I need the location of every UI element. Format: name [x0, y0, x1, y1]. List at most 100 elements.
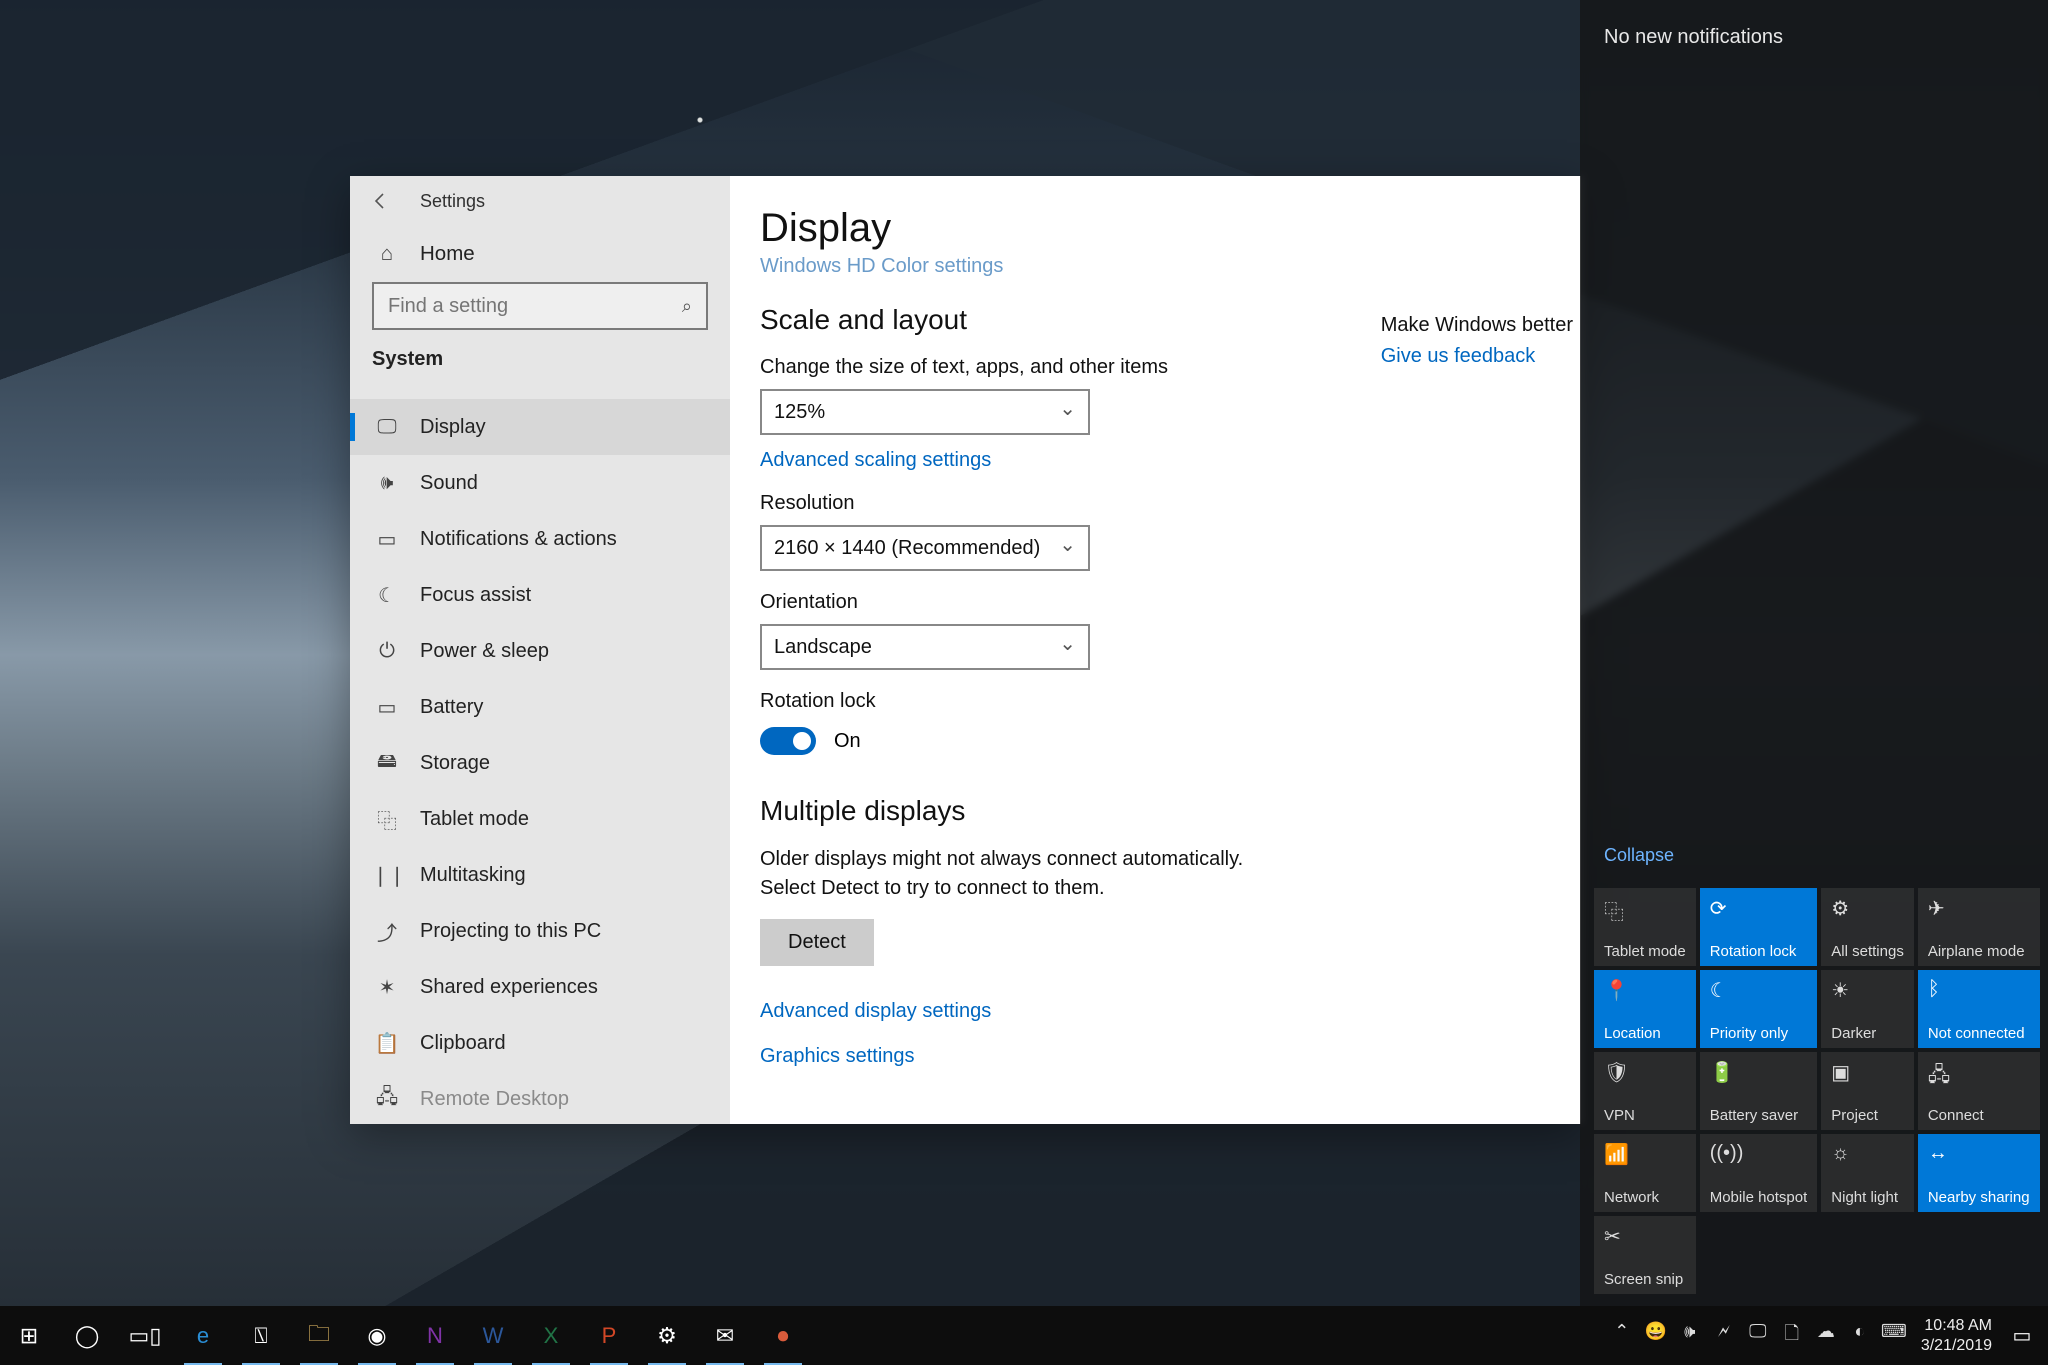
gear-icon: ⚙: [1831, 896, 1904, 921]
sidebar-item-shared-experiences[interactable]: ✶Shared experiences: [350, 959, 730, 1015]
sidebar-item-power-sleep[interactable]: ⏻Power & sleep: [350, 623, 730, 679]
tray-icon-5[interactable]: 🗋: [1775, 1321, 1809, 1351]
tablet-icon: ⿻: [1604, 896, 1686, 925]
taskbar-onenote[interactable]: N: [406, 1306, 464, 1365]
taskbar-edge[interactable]: e: [174, 1306, 232, 1365]
quick-action-connect[interactable]: 🖧Connect: [1918, 1052, 2040, 1130]
clipboard-icon: 📋: [372, 1031, 402, 1056]
quick-action-mobile-hotspot[interactable]: ((•))Mobile hotspot: [1700, 1134, 1818, 1212]
taskbar-store[interactable]: ⍂: [232, 1306, 290, 1365]
home-nav-item[interactable]: ⌂ Home: [350, 226, 730, 282]
quick-action-label: Tablet mode: [1604, 943, 1686, 960]
back-button[interactable]: [364, 184, 398, 218]
detect-button[interactable]: Detect: [760, 919, 874, 966]
hd-color-link[interactable]: Windows HD Color settings: [760, 255, 1581, 278]
sidebar-item-multitasking[interactable]: ❘❘Multitasking: [350, 847, 730, 903]
sidebar-item-focus-assist[interactable]: ☾Focus assist: [350, 567, 730, 623]
tray-icon-4[interactable]: 🖵: [1741, 1321, 1775, 1351]
sidebar-item-label: Projecting to this PC: [420, 920, 601, 943]
taskbar-task-view[interactable]: ▭▯: [116, 1306, 174, 1365]
rotation-lock-toggle[interactable]: [760, 727, 816, 755]
taskbar-powerpoint[interactable]: P: [580, 1306, 638, 1365]
feedback-link[interactable]: Give us feedback: [1381, 345, 1573, 368]
action-center-button[interactable]: ▭: [2002, 1323, 2042, 1348]
sidebar-item-notifications-actions[interactable]: ▭Notifications & actions: [350, 511, 730, 567]
tray-icon-6[interactable]: ☁: [1809, 1321, 1843, 1351]
quick-action-label: Network: [1604, 1189, 1686, 1206]
sidebar-item-sound[interactable]: 🕪Sound: [350, 455, 730, 511]
sidebar-item-label: Notifications & actions: [420, 528, 617, 551]
taskbar-chrome[interactable]: ◉: [348, 1306, 406, 1365]
taskbar-recorder[interactable]: ⏺: [754, 1306, 812, 1365]
quick-action-label: Rotation lock: [1710, 943, 1808, 960]
battery-icon: ▭: [372, 695, 402, 720]
advanced-display-link[interactable]: Advanced display settings: [760, 1000, 1581, 1023]
sidebar-item-label: Storage: [420, 752, 490, 775]
quick-action-night-light[interactable]: ☼Night light: [1821, 1134, 1914, 1212]
advanced-scaling-link[interactable]: Advanced scaling settings: [760, 449, 991, 472]
quick-action-network[interactable]: 📶Network: [1594, 1134, 1696, 1212]
quick-action-rotation-lock[interactable]: ⟳Rotation lock: [1700, 888, 1818, 966]
display-icon: 🖵: [372, 416, 402, 439]
quick-action-battery-saver[interactable]: 🔋Battery saver: [1700, 1052, 1818, 1130]
project-icon: ▣: [1831, 1060, 1904, 1085]
projecting-icon: ⤴: [372, 917, 402, 946]
rotation-label: Rotation lock: [760, 690, 1581, 713]
quick-action-darker[interactable]: ☀Darker: [1821, 970, 1914, 1048]
quick-action-vpn[interactable]: 🛡VPN: [1594, 1052, 1696, 1130]
tray-icon-3[interactable]: 🗲: [1707, 1321, 1741, 1351]
settings-window: Settings ⌂ Home ⌕ System 🖵Display🕪Sound▭…: [350, 176, 1581, 1124]
search-input[interactable]: ⌕: [372, 282, 708, 330]
quick-action-nearby-sharing[interactable]: ↔Nearby sharing: [1918, 1134, 2040, 1212]
orientation-combobox[interactable]: Landscape: [760, 624, 1090, 670]
taskbar-start[interactable]: ⊞: [0, 1306, 58, 1365]
page-title: Display: [760, 206, 1581, 251]
quick-action-not-connected[interactable]: ᛒNot connected: [1918, 970, 2040, 1048]
brightness-icon: ☀: [1831, 978, 1904, 1003]
settings-content: Display Windows HD Color settings Scale …: [730, 176, 1581, 1124]
search-icon: ⌕: [668, 296, 706, 317]
taskbar-settings[interactable]: ⚙: [638, 1306, 696, 1365]
quick-action-screen-snip[interactable]: ✂Screen snip: [1594, 1216, 1696, 1294]
sidebar-item-projecting-to-this-pc[interactable]: ⤴ Projecting to this PC: [350, 903, 730, 959]
taskbar-word[interactable]: W: [464, 1306, 522, 1365]
taskbar-explorer[interactable]: 🗀: [290, 1306, 348, 1365]
location-icon: 📍: [1604, 978, 1686, 1003]
resolution-label: Resolution: [760, 492, 1581, 515]
nav-list: 🖵Display🕪Sound▭Notifications & actions☾F…: [350, 379, 730, 1124]
sidebar-item-storage[interactable]: 🖴Storage: [350, 735, 730, 791]
chevron-down-icon: [1059, 536, 1076, 561]
taskbar: ⊞◯▭▯e⍂🗀◉NWXP⚙✉⏺ ⌃😀🕪🗲🖵🗋☁◐⌨ 10:48 AM 3/21/…: [0, 1306, 2048, 1365]
clock[interactable]: 10:48 AM 3/21/2019: [1911, 1316, 2002, 1354]
quick-action-label: Airplane mode: [1928, 943, 2030, 960]
sidebar-item-display[interactable]: 🖵Display: [350, 399, 730, 455]
tray-icon-2[interactable]: 🕪: [1673, 1321, 1707, 1351]
sidebar-item-tablet-mode[interactable]: ⿻Tablet mode: [350, 791, 730, 847]
quick-action-all-settings[interactable]: ⚙All settings: [1821, 888, 1914, 966]
tray-icon-0[interactable]: ⌃: [1605, 1321, 1639, 1351]
sidebar-item-battery[interactable]: ▭Battery: [350, 679, 730, 735]
quick-action-tablet-mode[interactable]: ⿻ Tablet mode: [1594, 888, 1696, 966]
quick-action-airplane-mode[interactable]: ✈Airplane mode: [1918, 888, 2040, 966]
scale-combobox[interactable]: 125%: [760, 389, 1090, 435]
tray-icon-1[interactable]: 😀: [1639, 1321, 1673, 1351]
sidebar-item-remote-desktop[interactable]: 🖧Remote Desktop: [350, 1071, 730, 1124]
graphics-settings-link[interactable]: Graphics settings: [760, 1045, 1581, 1068]
tray-icon-8[interactable]: ⌨: [1877, 1321, 1911, 1351]
tray-icon-7[interactable]: ◐: [1843, 1321, 1877, 1351]
quick-action-project[interactable]: ▣Project: [1821, 1052, 1914, 1130]
quick-action-location[interactable]: 📍Location: [1594, 970, 1696, 1048]
resolution-combobox[interactable]: 2160 × 1440 (Recommended): [760, 525, 1090, 571]
bluetooth-icon: ᛒ: [1928, 978, 2030, 1001]
taskbar-cortana[interactable]: ◯: [58, 1306, 116, 1365]
search-field[interactable]: [374, 295, 668, 318]
sidebar-item-label: Multitasking: [420, 864, 526, 887]
titlebar: Settings: [350, 176, 730, 226]
collapse-link[interactable]: Collapse: [1604, 845, 1674, 866]
quick-action-priority-only[interactable]: ☾Priority only: [1700, 970, 1818, 1048]
taskbar-mail[interactable]: ✉: [696, 1306, 754, 1365]
right-rail-heading: Make Windows better: [1381, 314, 1573, 337]
taskbar-excel[interactable]: X: [522, 1306, 580, 1365]
sidebar-item-clipboard[interactable]: 📋Clipboard: [350, 1015, 730, 1071]
quick-action-label: Priority only: [1710, 1025, 1808, 1042]
